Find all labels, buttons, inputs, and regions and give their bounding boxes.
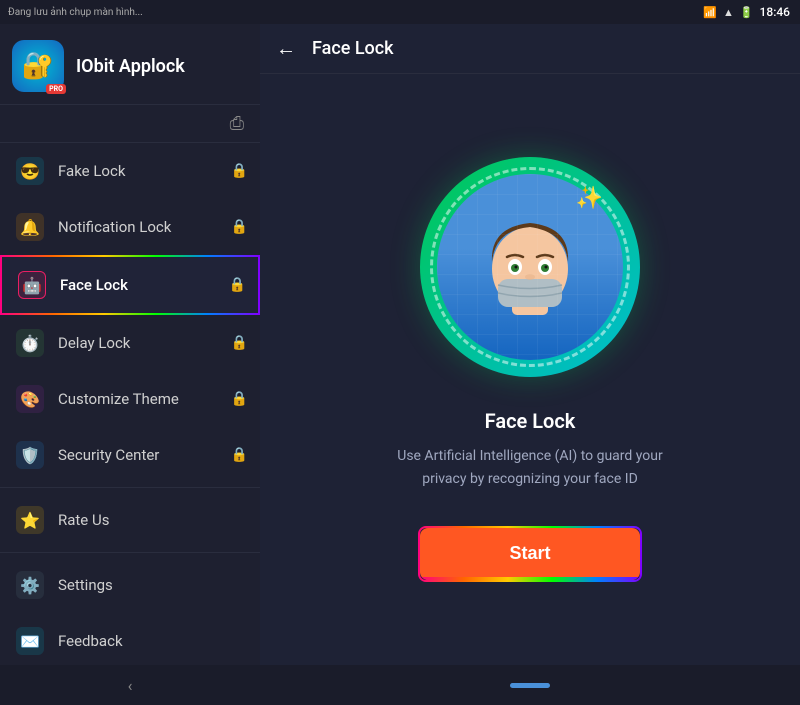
share-icon[interactable]: ⎙ xyxy=(230,113,244,134)
feedback-icon: ✉️ xyxy=(16,627,44,655)
bottom-bar-left: ‹ xyxy=(0,665,260,705)
notification-lock-label: Notification Lock xyxy=(58,218,171,236)
sidebar-item-delay-lock[interactable]: ⏱️ Delay Lock 🔒 xyxy=(0,315,260,371)
security-center-label: Security Center xyxy=(58,446,159,464)
bottom-bar-right xyxy=(260,665,800,705)
share-row: ⎙ xyxy=(0,105,260,143)
home-indicator xyxy=(510,683,550,688)
left-panel: Đang lưu ảnh chụp màn hình... 🔐 PRO IObi… xyxy=(0,0,260,705)
face-lock-screen-title: Face Lock xyxy=(312,38,394,59)
rate-us-icon: ⭐ xyxy=(16,506,44,534)
feature-title: Face Lock xyxy=(485,409,576,433)
status-bar-right: 📶 ▲ 🔋 18:46 xyxy=(260,0,800,24)
fake-lock-lock-icon: 🔒 xyxy=(231,163,248,179)
nav-section: 😎 Fake Lock 🔒 🔔 Notification Lock 🔒 🤖 Fa… xyxy=(0,143,260,665)
sidebar-item-fake-lock[interactable]: 😎 Fake Lock 🔒 xyxy=(0,143,260,199)
delay-lock-lock-icon: 🔒 xyxy=(231,335,248,351)
battery-icon: 🔋 xyxy=(740,6,754,19)
face-lock-label: Face Lock xyxy=(60,276,128,294)
status-text-left: Đang lưu ảnh chụp màn hình... xyxy=(8,7,143,18)
back-button[interactable]: ← xyxy=(276,36,296,61)
right-panel: 📶 ▲ 🔋 18:46 ← Face Lock xyxy=(260,0,800,705)
face-lock-lock-icon: 🔒 xyxy=(229,277,246,293)
start-button[interactable]: Start xyxy=(420,528,640,580)
customize-theme-icon: 🎨 xyxy=(16,385,44,413)
rate-us-label: Rate Us xyxy=(58,511,109,529)
face-circle-inner: ✨ xyxy=(430,167,630,367)
right-header: ← Face Lock xyxy=(260,24,800,74)
sidebar-item-customize-theme[interactable]: 🎨 Customize Theme 🔒 xyxy=(0,371,260,427)
sidebar-item-security-center[interactable]: 🛡️ Security Center 🔒 xyxy=(0,427,260,483)
customize-theme-lock-icon: 🔒 xyxy=(231,391,248,407)
time-display: 18:46 xyxy=(760,5,790,19)
face-circle-outer: ✨ xyxy=(420,157,640,377)
fake-lock-icon: 😎 xyxy=(16,157,44,185)
app-title: IObit Applock xyxy=(76,56,185,77)
start-button-wrapper: Start xyxy=(418,526,642,582)
delay-lock-label: Delay Lock xyxy=(58,334,130,352)
notification-lock-icon: 🔔 xyxy=(16,213,44,241)
notification-lock-lock-icon: 🔒 xyxy=(231,219,248,235)
nav-divider xyxy=(0,487,260,488)
feature-description: Use Artificial Intelligence (AI) to guar… xyxy=(390,445,670,490)
status-bar-left: Đang lưu ảnh chụp màn hình... xyxy=(0,0,260,24)
sidebar-item-settings[interactable]: ⚙️ Settings xyxy=(0,557,260,613)
sparkle-icon: ✨ xyxy=(576,186,603,211)
feedback-label: Feedback xyxy=(58,632,123,650)
wifi-icon: 📶 xyxy=(703,6,717,19)
security-center-lock-icon: 🔒 xyxy=(231,447,248,463)
security-center-icon: 🛡️ xyxy=(16,441,44,469)
nav-divider-2 xyxy=(0,552,260,553)
settings-icon: ⚙️ xyxy=(16,571,44,599)
pro-badge: PRO xyxy=(46,84,66,94)
chevron-left-icon[interactable]: ‹ xyxy=(128,676,133,695)
signal-icon: ▲ xyxy=(723,6,734,19)
face-lock-icon: 🤖 xyxy=(18,271,46,299)
app-header: 🔐 PRO IObit Applock xyxy=(0,24,260,105)
sidebar-item-notification-lock[interactable]: 🔔 Notification Lock 🔒 xyxy=(0,199,260,255)
sidebar-item-feedback[interactable]: ✉️ Feedback xyxy=(0,613,260,665)
sidebar-item-face-lock[interactable]: 🤖 Face Lock 🔒 xyxy=(0,255,260,315)
face-lock-content: ✨ Face Lock Use Artificial Intelligence … xyxy=(260,74,800,665)
app-logo: 🔐 PRO xyxy=(12,40,64,92)
settings-label: Settings xyxy=(58,576,113,594)
fake-lock-label: Fake Lock xyxy=(58,162,125,180)
customize-theme-label: Customize Theme xyxy=(58,390,179,408)
delay-lock-icon: ⏱️ xyxy=(16,329,44,357)
sidebar-item-rate-us[interactable]: ⭐ Rate Us xyxy=(0,492,260,548)
